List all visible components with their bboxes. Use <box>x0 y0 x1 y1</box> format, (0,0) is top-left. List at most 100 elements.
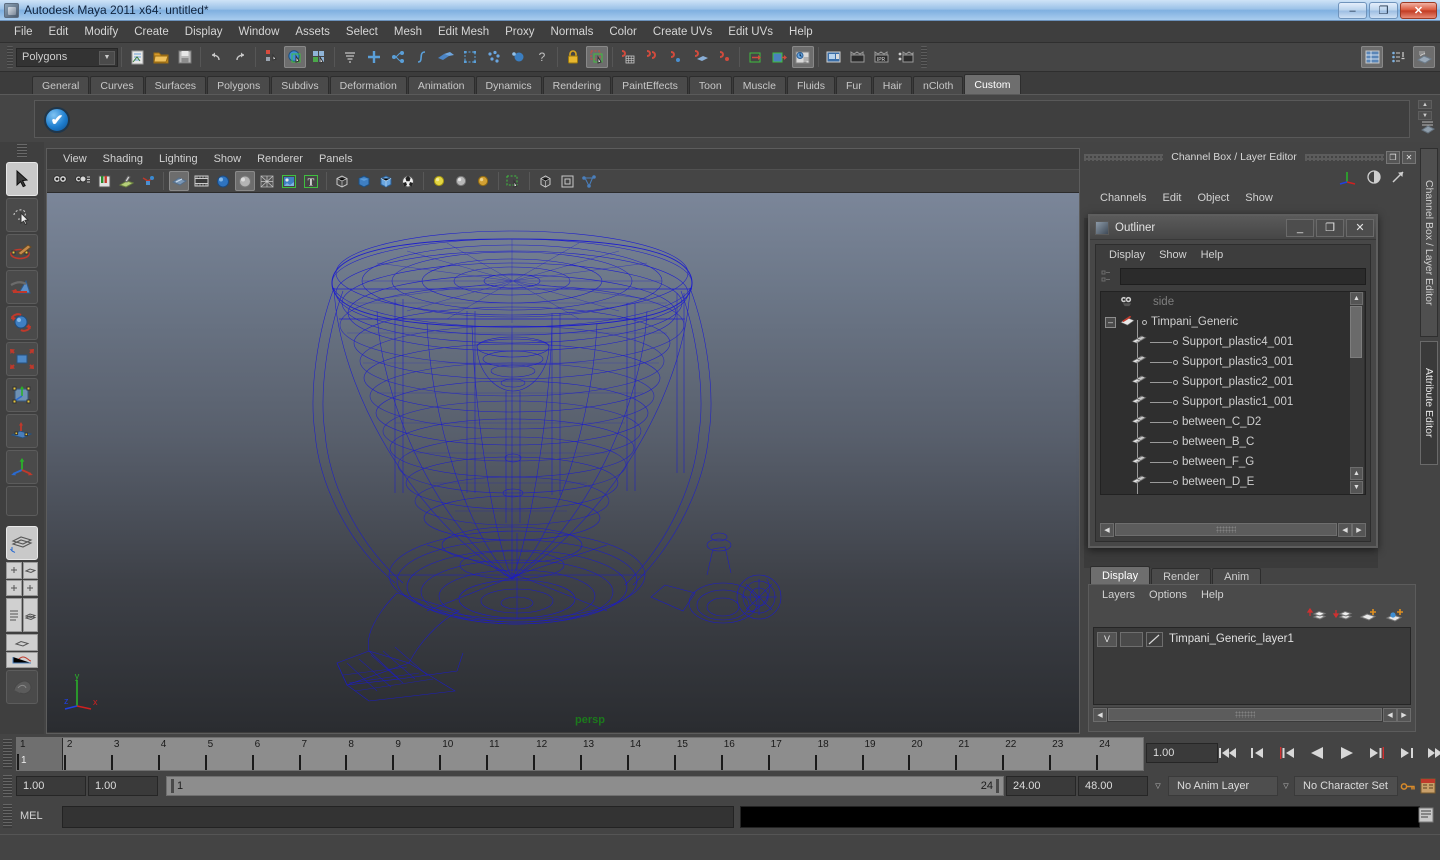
menu-item-modify[interactable]: Modify <box>76 23 126 41</box>
chevron-down-icon[interactable]: ▼ <box>99 50 115 65</box>
shelf-tab-surfaces[interactable]: Surfaces <box>144 76 207 94</box>
bookmarks-icon[interactable] <box>94 171 114 191</box>
outliner-hscroll-thumb[interactable] <box>1115 523 1337 536</box>
command-language-label[interactable]: MEL <box>20 810 43 822</box>
outliner-hscroll-left-button-2[interactable]: ◀ <box>1338 522 1352 537</box>
layer-hscroll-thumb[interactable] <box>1108 708 1382 721</box>
hardware-render-icon[interactable] <box>557 171 577 191</box>
menu-item-mesh[interactable]: Mesh <box>386 23 430 41</box>
shelf-tab-fur[interactable]: Fur <box>835 76 872 94</box>
render-settings-icon[interactable] <box>792 46 814 68</box>
viewport-menu-renderer[interactable]: Renderer <box>249 152 311 166</box>
outliner-item-side[interactable]: side <box>1101 292 1365 312</box>
paint-selection-tool[interactable] <box>6 234 38 268</box>
panel-drag-dots[interactable] <box>1084 153 1164 161</box>
four-view-layout[interactable] <box>6 562 38 596</box>
text-icon[interactable]: T <box>301 171 321 191</box>
timeline-tick-13[interactable]: 13 <box>580 738 594 770</box>
layer-name-label[interactable]: Timpani_Generic_layer1 <box>1169 633 1294 645</box>
layout-quad-2[interactable] <box>22 562 38 579</box>
blue-checkmark-icon[interactable]: ✔ <box>44 107 70 133</box>
layer-playback-toggle[interactable] <box>1120 631 1143 647</box>
time-slider[interactable]: 1 1 2 3 4 5 6 7 8 9 10 11 12 13 14 15 16 17 18 19 20 21 22 23 2… <box>16 737 1144 771</box>
play-backwards-button[interactable] <box>1304 742 1330 764</box>
component-mask-icon[interactable] <box>339 46 361 68</box>
vertical-tab-attribute-editor[interactable]: Attribute Editor <box>1420 341 1438 465</box>
shelf-scroll-up-icon[interactable]: ▲ <box>1418 100 1432 109</box>
snap-to-curve-icon[interactable] <box>641 46 663 68</box>
outliner-item-support_plastic4_001[interactable]: Support_plastic4_001 <box>1101 332 1365 352</box>
select-dynamics-icon[interactable] <box>483 46 505 68</box>
outliner-hscroll-left-button[interactable]: ◀ <box>1100 522 1114 537</box>
redo-icon[interactable] <box>229 46 251 68</box>
scale-tool[interactable] <box>6 342 38 376</box>
close-button[interactable]: ✕ <box>1400 2 1437 19</box>
timeline-tick-23[interactable]: 23 <box>1049 738 1063 770</box>
open-scene-icon[interactable] <box>150 46 172 68</box>
outliner-item-between_g_a[interactable]: between_G_A <box>1101 492 1365 494</box>
select-by-component-icon[interactable] <box>308 46 330 68</box>
new-scene-icon[interactable] <box>126 46 148 68</box>
outliner-persp-layout[interactable] <box>6 598 38 632</box>
rotate-tool[interactable] <box>6 306 38 340</box>
shelf-tab-custom[interactable]: Custom <box>964 74 1021 94</box>
shelf-tab-subdivs[interactable]: Subdivs <box>271 76 329 94</box>
go-to-start-button[interactable] <box>1214 742 1240 764</box>
play-forwards-button[interactable] <box>1334 742 1360 764</box>
shelf-tab-hair[interactable]: Hair <box>872 76 912 94</box>
timeline-tick-11[interactable]: 11 <box>486 738 500 770</box>
wireframe-mode-icon[interactable] <box>332 171 352 191</box>
layer-hscroll-right-button[interactable]: ▶ <box>1397 707 1411 722</box>
range-slider-grip[interactable] <box>3 775 12 797</box>
step-forward-frame-button[interactable] <box>1364 742 1390 764</box>
outliner-maximize-button[interactable]: ❐ <box>1316 218 1344 237</box>
camera-attributes-icon[interactable] <box>72 171 92 191</box>
shelf-options-icon[interactable] <box>1420 118 1436 134</box>
layer-tab-render[interactable]: Render <box>1151 568 1212 584</box>
ipr-render-icon[interactable]: IPR <box>871 46 893 68</box>
xray-joints-icon[interactable] <box>535 171 555 191</box>
resolution-gate-icon[interactable] <box>213 171 233 191</box>
toolbox-grip[interactable] <box>17 144 27 158</box>
menu-item-normals[interactable]: Normals <box>543 23 602 41</box>
playback-end-time-field[interactable]: 24.00 <box>1006 776 1076 796</box>
layer-menu-help[interactable]: Help <box>1194 588 1231 602</box>
menu-item-help[interactable]: Help <box>781 23 821 41</box>
outliner-item-support_plastic3_001[interactable]: Support_plastic3_001 <box>1101 352 1365 372</box>
character-set-field[interactable]: No Character Set <box>1294 776 1398 796</box>
command-input[interactable] <box>62 806 734 828</box>
layer-list[interactable]: V Timpani_Generic_layer1 <box>1093 627 1411 705</box>
move-tool[interactable] <box>6 270 38 304</box>
outliner-item-between_c_d2[interactable]: between_C_D2 <box>1101 412 1365 432</box>
single-perspective-layout[interactable] <box>6 526 38 560</box>
filter-icon[interactable] <box>1100 269 1116 283</box>
outliner-menu-help[interactable]: Help <box>1194 248 1231 262</box>
layer-tab-anim[interactable]: Anim <box>1212 568 1262 584</box>
outliner-item-between_f_g[interactable]: between_F_G <box>1101 452 1365 472</box>
outliner-close-button[interactable]: ✕ <box>1346 218 1374 237</box>
timeline-tick-10[interactable]: 10 <box>439 738 453 770</box>
shelf-tab-muscle[interactable]: Muscle <box>732 76 786 94</box>
shelf-tab-polygons[interactable]: Polygons <box>207 76 271 94</box>
timeline-tick-8[interactable]: 8 <box>345 738 354 770</box>
playback-start-time-field[interactable]: 1.00 <box>88 776 158 796</box>
timeline-tick-15[interactable]: 15 <box>673 738 688 770</box>
show-attribute-editor-icon[interactable] <box>1387 46 1409 68</box>
timeline-tick-18[interactable]: 18 <box>814 738 829 770</box>
channelbox-menu-show[interactable]: Show <box>1237 191 1281 205</box>
auto-keyframe-icon[interactable] <box>1400 780 1416 793</box>
select-hierarchy-icon[interactable] <box>387 46 409 68</box>
menu-item-proxy[interactable]: Proxy <box>497 23 542 41</box>
shelf-tab-toon[interactable]: Toon <box>688 76 732 94</box>
outliner-expander-toggle[interactable]: – <box>1105 316 1116 328</box>
layer-menu-layers[interactable]: Layers <box>1095 588 1142 602</box>
command-line-grip[interactable] <box>3 804 12 828</box>
move-layer-down-icon[interactable] <box>1333 607 1353 623</box>
show-manipulator-tool[interactable] <box>6 450 38 484</box>
outliner-minimize-button[interactable]: _ <box>1286 218 1314 237</box>
two-sided-lighting-icon[interactable] <box>138 171 158 191</box>
channelbox-menu-channels[interactable]: Channels <box>1092 191 1154 205</box>
layout-outliner-pane[interactable] <box>6 598 22 632</box>
animation-end-time-field[interactable]: 48.00 <box>1078 776 1148 796</box>
menu-item-color[interactable]: Color <box>601 23 644 41</box>
